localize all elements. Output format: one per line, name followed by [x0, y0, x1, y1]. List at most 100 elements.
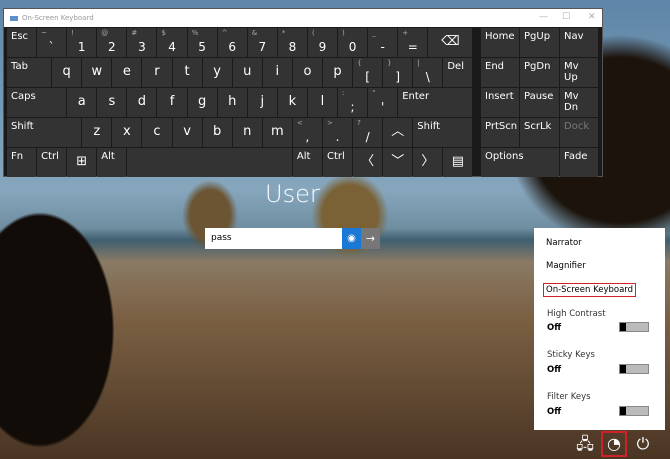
key[interactable]: e — [112, 58, 142, 87]
sticky-keys-toggle[interactable] — [619, 364, 649, 374]
key[interactable]: b — [202, 118, 232, 147]
password-input[interactable]: pass — [205, 228, 342, 249]
close-button[interactable]: ✕ — [588, 12, 596, 22]
key[interactable]: }] — [383, 58, 413, 87]
arrow-right-icon[interactable]: → — [361, 228, 380, 249]
key[interactable]: _ - — [368, 28, 398, 57]
key[interactable]: #3 — [127, 28, 157, 57]
key[interactable]: Esc — [7, 28, 37, 57]
key[interactable]: t — [172, 58, 202, 87]
key[interactable]: n — [232, 118, 262, 147]
network-icon[interactable]: 🖧 — [574, 433, 596, 455]
nav-key-fade[interactable]: Fade — [560, 148, 598, 177]
nav-key-mv-up[interactable]: Mv Up — [560, 58, 598, 87]
key[interactable]: ? / — [353, 118, 383, 147]
key[interactable]: w — [82, 58, 112, 87]
key[interactable]: ⌫ — [428, 28, 473, 57]
key[interactable]: " ' — [368, 88, 398, 117]
key[interactable]: ! 1 — [67, 28, 97, 57]
key[interactable]: <, — [292, 118, 322, 147]
key[interactable]: x — [112, 118, 142, 147]
magnifier-item[interactable]: Magnifier — [546, 261, 586, 271]
key[interactable]: >. — [323, 118, 353, 147]
key[interactable]: Shift — [7, 118, 82, 147]
key[interactable]: ~ ` — [37, 28, 67, 57]
key[interactable]: Alt — [97, 148, 127, 177]
nav-key-dock[interactable]: Dock — [560, 118, 598, 147]
eye-icon[interactable]: ◉ — [342, 228, 361, 249]
key[interactable]: {[ — [353, 58, 383, 87]
key[interactable]: a — [67, 88, 97, 117]
ease-of-access-icon[interactable]: ◔ — [601, 431, 627, 457]
key[interactable]: g — [187, 88, 217, 117]
key[interactable]: * 8 — [277, 28, 307, 57]
nav-key-scrlk[interactable]: ScrLk — [520, 118, 559, 147]
key[interactable]: k — [277, 88, 307, 117]
key[interactable]: h — [217, 88, 247, 117]
nav-key-insert[interactable]: Insert — [481, 88, 519, 117]
key[interactable]: y — [202, 58, 232, 87]
key[interactable]: p — [322, 58, 353, 87]
key[interactable]: :; — [338, 88, 368, 117]
key[interactable]: % 5 — [187, 28, 217, 57]
key[interactable] — [127, 148, 292, 177]
key[interactable]: d — [127, 88, 157, 117]
key[interactable]: s — [97, 88, 127, 117]
key[interactable]: r — [142, 58, 172, 87]
key[interactable]: v — [172, 118, 202, 147]
key[interactable]: Shift — [413, 118, 473, 147]
nav-key-prtscn[interactable]: PrtScn — [481, 118, 519, 147]
nav-key-home[interactable]: Home — [481, 28, 519, 57]
key[interactable]: $4 — [157, 28, 187, 57]
key[interactable]: ▤ — [443, 148, 473, 177]
key[interactable]: Tab — [7, 58, 52, 87]
key[interactable]: ^ 6 — [217, 28, 247, 57]
minimize-button[interactable]: — — [539, 12, 548, 22]
key-label: 4 — [168, 40, 176, 54]
key[interactable]: u — [232, 58, 262, 87]
key[interactable]: Del — [443, 58, 473, 87]
key[interactable]: ) 0 — [338, 28, 368, 57]
power-icon[interactable]: ⏻ — [632, 433, 654, 455]
narrator-item[interactable]: Narrator — [546, 238, 582, 248]
key[interactable]: f — [157, 88, 187, 117]
nav-key-nav[interactable]: Nav — [560, 28, 598, 57]
key[interactable]: q — [52, 58, 82, 87]
key[interactable]: Enter — [398, 88, 473, 117]
high-contrast-toggle[interactable] — [619, 322, 649, 332]
key[interactable]: Ctrl — [37, 148, 67, 177]
key[interactable]: | \ — [413, 58, 443, 87]
key[interactable]: Alt — [292, 148, 323, 177]
key[interactable]: ︿ — [383, 118, 413, 147]
maximize-button[interactable]: ☐ — [562, 12, 570, 22]
key[interactable]: i — [262, 58, 292, 87]
nav-key-end[interactable]: End — [481, 58, 519, 87]
key[interactable]: 〉 — [413, 148, 443, 177]
key[interactable]: ﹀ — [383, 148, 413, 177]
key-label: ; — [350, 100, 355, 114]
nav-key-pause[interactable]: Pause — [520, 88, 559, 117]
key-shift-label: | — [417, 59, 420, 67]
key[interactable]: + = — [398, 28, 428, 57]
key[interactable]: l — [307, 88, 338, 117]
key[interactable]: Caps — [7, 88, 67, 117]
nav-key-options[interactable]: Options — [481, 148, 559, 177]
key[interactable]: o — [292, 58, 322, 87]
sticky-keys-state: Off — [547, 365, 562, 375]
key[interactable]: j — [247, 88, 277, 117]
key[interactable]: & 7 — [247, 28, 277, 57]
key[interactable]: Fn — [7, 148, 37, 177]
key[interactable]: 〈 — [353, 148, 383, 177]
nav-key-mv-dn[interactable]: Mv Dn — [560, 88, 598, 117]
key[interactable]: @2 — [97, 28, 127, 57]
key[interactable]: m — [262, 118, 292, 147]
key[interactable]: (9 — [307, 28, 338, 57]
key[interactable]: Ctrl — [323, 148, 353, 177]
nav-key-pgup[interactable]: PgUp — [520, 28, 559, 57]
key[interactable]: ⊞ — [67, 148, 97, 177]
on-screen-keyboard-item[interactable]: On-Screen Keyboard — [543, 283, 637, 297]
key[interactable]: c — [142, 118, 172, 147]
key[interactable]: z — [82, 118, 112, 147]
filter-keys-toggle[interactable] — [619, 406, 649, 416]
nav-key-pgdn[interactable]: PgDn — [520, 58, 559, 87]
